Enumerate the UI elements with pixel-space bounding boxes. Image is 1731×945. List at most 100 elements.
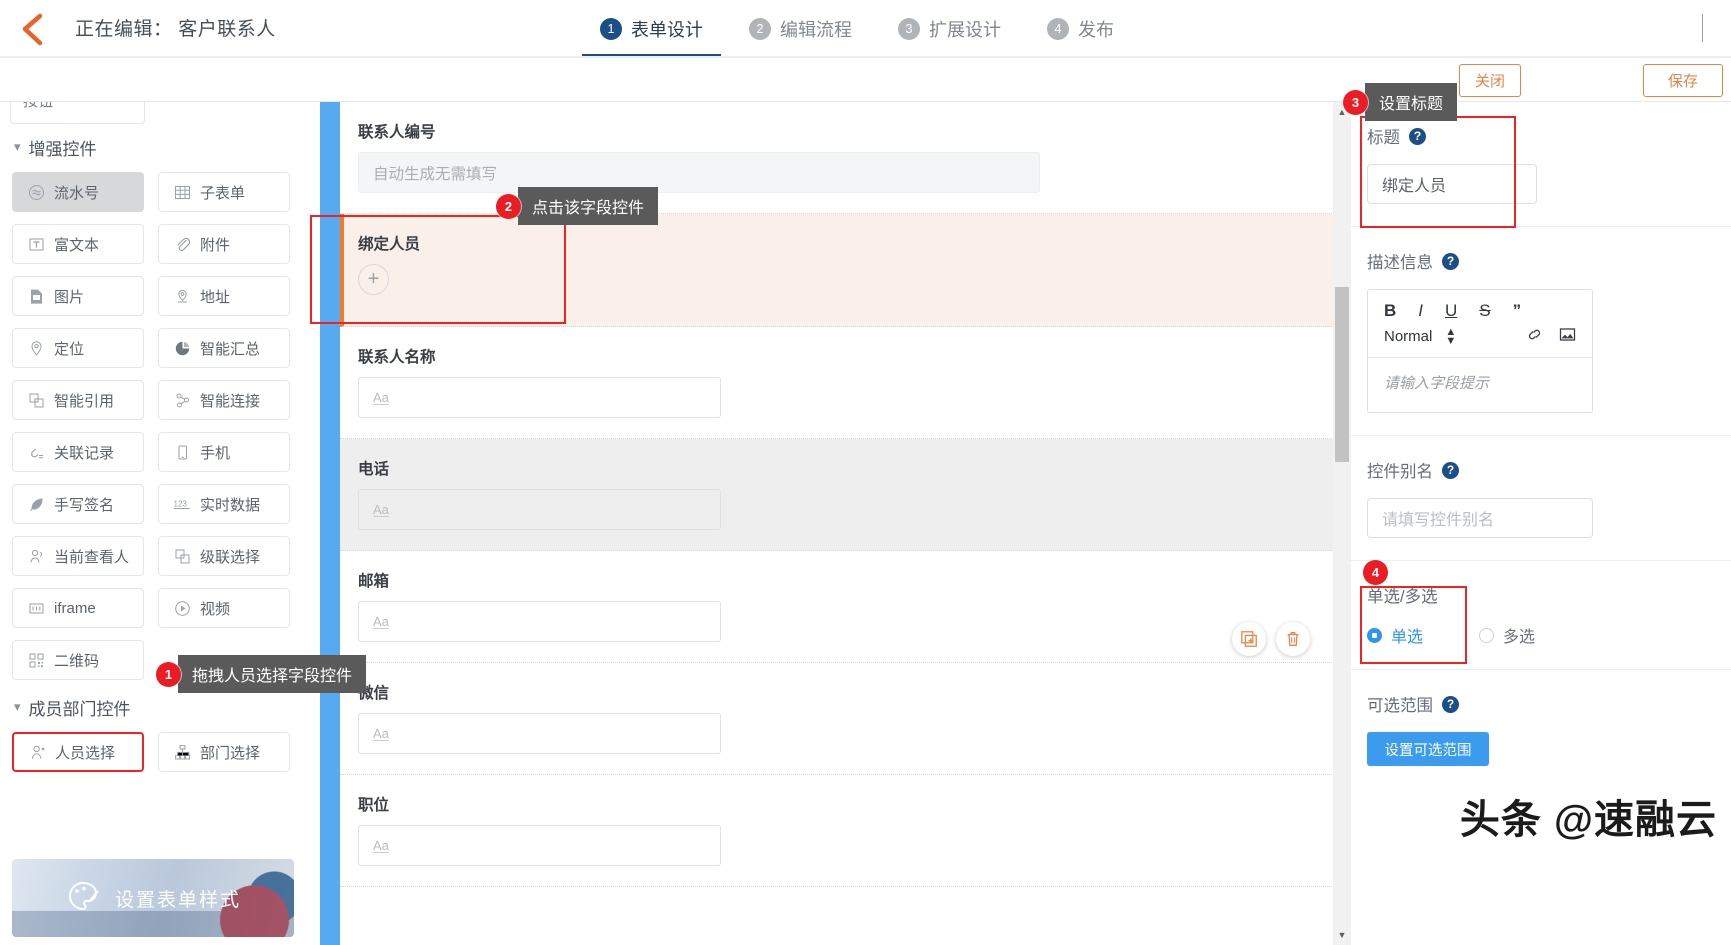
step-label-1: 表单设计 [631,19,703,40]
field-input[interactable]: Aa [358,377,721,418]
delete-field-button[interactable] [1276,622,1310,656]
person-select-icon [28,743,46,761]
form-style-card[interactable]: 设置表单样式 [12,859,294,937]
widget-smart-connect[interactable]: 智能连接 [158,380,290,420]
field-input[interactable]: Aa [358,825,721,866]
widget-mobile[interactable]: 手机 [158,432,290,472]
widget-label: 定位 [54,340,85,358]
widget-label: 二维码 [54,652,100,670]
widget-person-select[interactable]: 人员选择 [12,732,144,772]
description-rich-text-editor: B I U S ” Normal ▲ ▼ 请输入字段提示 [1367,289,1593,413]
panel-scrollbar[interactable]: ▲ ▼ [1333,102,1351,945]
strikethrough-button[interactable]: S [1479,301,1490,321]
form-canvas: 联系人编号 自动生成无需填写 绑定人员 + 联系人名称 Aa 电话 Aa 邮箱 … [310,102,1340,945]
format-select[interactable]: Normal [1384,328,1432,345]
form-field-bind-person[interactable]: 绑定人员 + [340,214,1340,327]
tab-form-design[interactable]: 1 表单设计 [582,0,721,57]
tab-extension-design[interactable]: 3 扩展设计 [898,0,1001,57]
field-input[interactable]: Aa [358,489,721,530]
radio-multi-select[interactable]: 多选 [1479,623,1535,647]
widget-image[interactable]: 图片 [12,276,144,316]
serial-number-icon [27,183,45,201]
widget-smart-reference[interactable]: 智能引用 [12,380,144,420]
widget-rich-text[interactable]: 富文本 [12,224,144,264]
help-icon[interactable]: ? [1442,252,1459,270]
widget-department-select[interactable]: 部门选择 [158,732,290,772]
form-field-wechat[interactable]: 微信 Aa [340,663,1340,775]
alias-input[interactable]: 请填写控件别名 [1367,498,1593,538]
tab-publish[interactable]: 4 发布 [1047,0,1114,57]
widget-clipped-button[interactable]: 按钮 [10,102,145,124]
help-icon[interactable]: ? [1442,461,1459,479]
iframe-icon [27,599,45,617]
properties-panel: 标题 ? 绑定人员 描述信息 ? B I U S ” Normal ▲ ▼ 请输… [1351,102,1731,945]
section-enhanced-widgets-label: 增强控件 [28,139,97,159]
copy-field-button[interactable] [1232,622,1266,656]
set-range-button[interactable]: 设置可选范围 [1367,732,1489,766]
widget-serial-number[interactable]: 流水号 [12,172,144,212]
title-input[interactable]: 绑定人员 [1367,164,1537,204]
help-icon[interactable]: ? [1442,695,1459,713]
widget-signature[interactable]: 手写签名 [12,484,144,524]
blockquote-button[interactable]: ” [1513,301,1522,321]
field-label: 联系人编号 [358,124,436,141]
property-alias-label: 控件别名 [1367,463,1433,481]
field-label: 绑定人员 [358,236,421,253]
widget-label: 流水号 [54,184,100,202]
radio-single-label: 单选 [1391,629,1424,646]
image-icon[interactable] [1559,327,1576,346]
chevron-updown-icon[interactable]: ▲ ▼ [1445,326,1456,346]
add-person-button[interactable]: + [358,264,389,295]
field-input[interactable]: Aa [358,601,721,642]
form-designer-page: 正在编辑： 客户联系人 1 表单设计 2 编辑流程 3 扩展设计 4 发布 关闭… [0,0,1731,945]
underline-button[interactable]: U [1445,301,1457,321]
scrollbar-thumb[interactable] [1335,287,1349,462]
save-button[interactable]: 保存 [1643,64,1723,97]
form-field-contact-number[interactable]: 联系人编号 自动生成无需填写 [340,102,1340,214]
section-member-department[interactable]: ▾ 成员部门控件 [0,690,310,724]
widget-label: 当前查看人 [54,548,130,566]
widget-location[interactable]: 定位 [12,328,144,368]
widget-realtime-data[interactable]: 123 实时数据 [158,484,290,524]
radio-single-select[interactable]: 单选 [1367,623,1423,647]
rte-toolbar-row2: Normal ▲ ▼ [1368,325,1592,358]
widget-label: 智能引用 [54,392,115,410]
italic-button[interactable]: I [1418,301,1423,321]
field-placeholder: Aa [373,837,389,853]
field-label: 微信 [358,685,390,702]
widget-label: 关联记录 [54,444,115,462]
field-input[interactable]: 自动生成无需填写 [358,152,1040,193]
link-icon[interactable] [1526,327,1543,346]
widget-address[interactable]: 地址 [158,276,290,316]
widget-attachment[interactable]: 附件 [158,224,290,264]
widget-video[interactable]: 视频 [158,588,290,628]
widget-label: 图片 [54,288,85,306]
widget-current-viewer[interactable]: 当前查看人 [12,536,144,576]
rte-toolbar-row1: B I U S ” [1368,290,1592,325]
callout-3: 3 设置标题 [1343,83,1458,121]
widget-subform[interactable]: 子表单 [158,172,290,212]
close-button[interactable]: 关闭 [1459,64,1521,97]
widget-smart-summary[interactable]: 智能汇总 [158,328,290,368]
bold-button[interactable]: B [1384,301,1396,321]
widget-iframe[interactable]: iframe [12,588,144,628]
widget-related-record[interactable]: 关联记录 [12,432,144,472]
form-field-contact-name[interactable]: 联系人名称 Aa [340,327,1340,439]
feather-icon [27,495,45,513]
widget-label: 智能汇总 [200,340,261,358]
description-placeholder[interactable]: 请输入字段提示 [1368,358,1592,412]
step-label-3: 扩展设计 [929,19,1001,40]
form-field-position[interactable]: 职位 Aa [340,775,1340,887]
form-field-email[interactable]: 邮箱 Aa [340,551,1340,663]
breadcrumb: 正在编辑： 客户联系人 [75,19,276,40]
widget-qr-code[interactable]: 二维码 [12,640,144,680]
form-field-phone[interactable]: 电话 Aa [340,439,1340,551]
widget-label: 人员选择 [55,744,116,762]
widget-cascade-select[interactable]: 级联选择 [158,536,290,576]
scroll-down-arrow-icon[interactable]: ▼ [1333,927,1351,943]
back-chevron-icon[interactable] [14,10,50,48]
field-input[interactable]: Aa [358,713,721,754]
section-enhanced-widgets[interactable]: ▾ 增强控件 [0,130,310,164]
help-icon[interactable]: ? [1409,127,1426,145]
tab-edit-flow[interactable]: 2 编辑流程 [749,0,852,57]
